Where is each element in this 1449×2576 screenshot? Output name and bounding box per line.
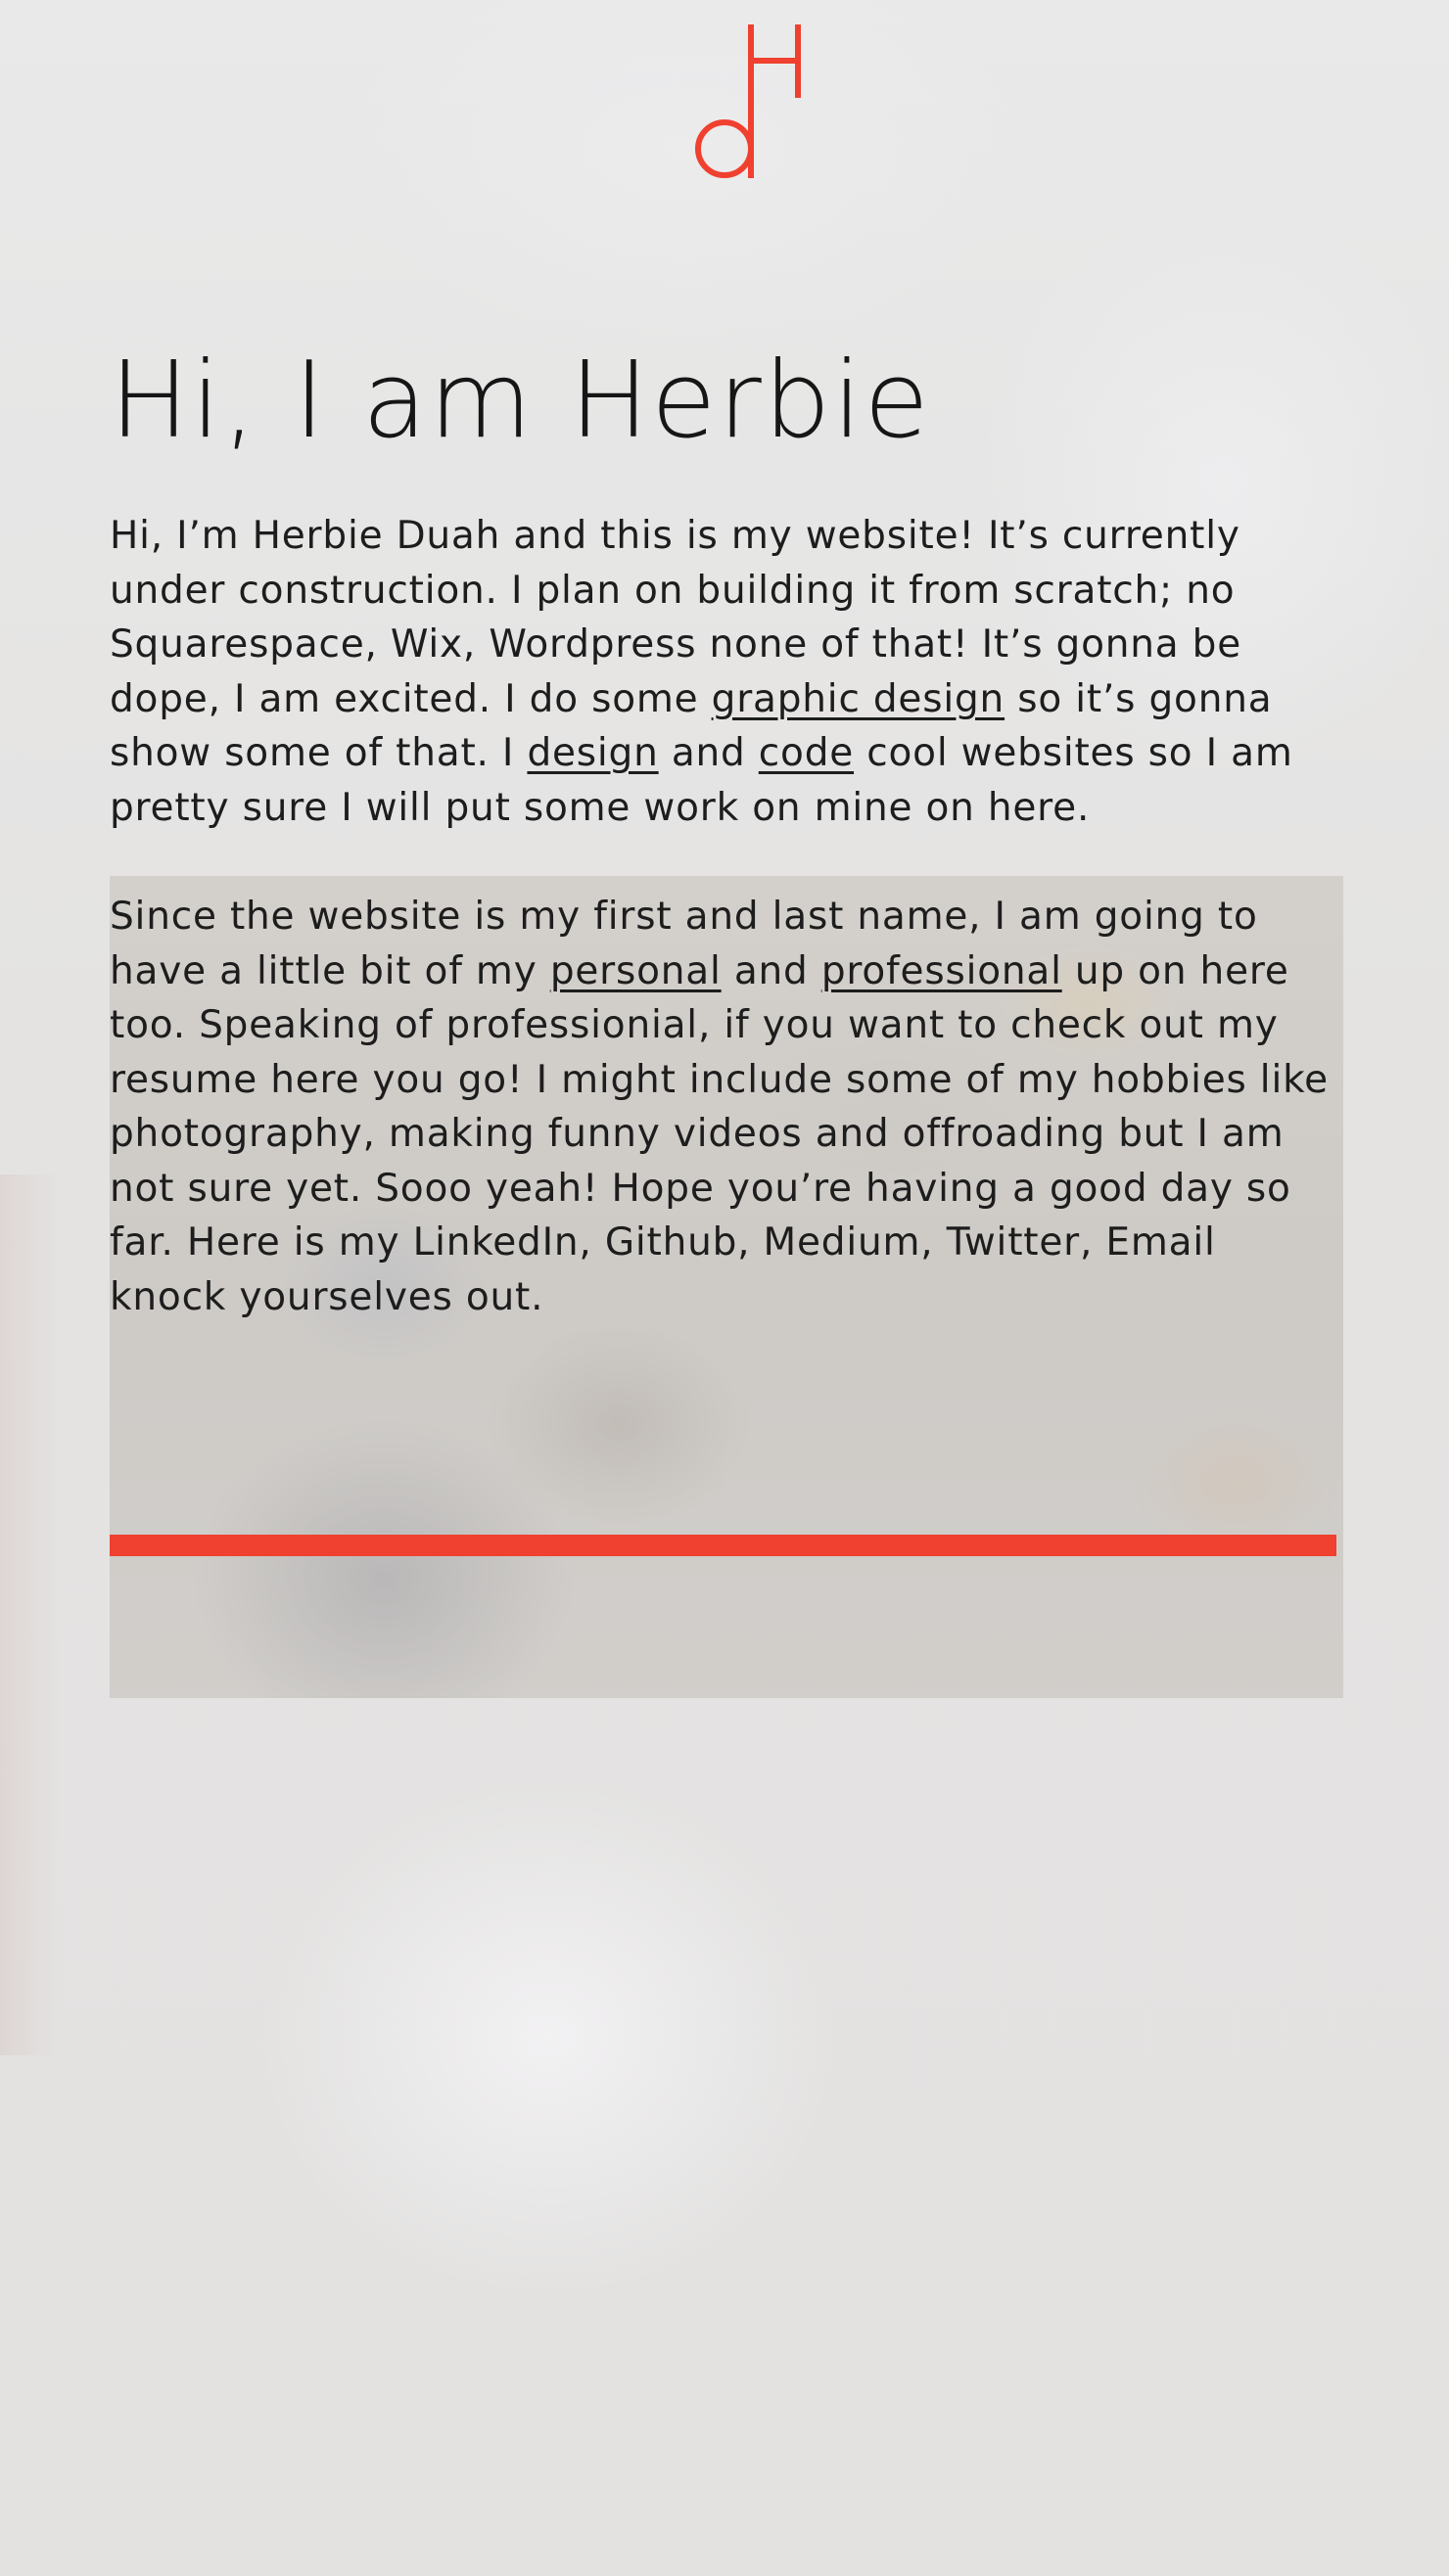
accent-divider [110, 1535, 1336, 1556]
intro-text-segment: and [658, 731, 759, 775]
graphic-design-link[interactable]: graphic design [712, 677, 1005, 721]
dh-logo-icon[interactable] [685, 22, 813, 188]
intro-text: Hi, I’m Herbie Duah and this is my websi… [110, 509, 1333, 1379]
intro-text-segment: and [721, 948, 821, 993]
background-edge-tint [0, 1174, 59, 2055]
professional-link[interactable]: professional [821, 949, 1062, 993]
design-link[interactable]: design [527, 731, 658, 775]
personal-link[interactable]: personal [550, 949, 722, 993]
intro-paragraph-2: Since the website is my first and last n… [110, 890, 1333, 1324]
page-title: Hi, I am Herbie [110, 340, 931, 462]
intro-text-segment: up on here too. Speaking of professionia… [110, 948, 1329, 1319]
intro-paragraph-1: Hi, I’m Herbie Duah and this is my websi… [110, 509, 1333, 835]
code-link[interactable]: code [759, 731, 854, 775]
